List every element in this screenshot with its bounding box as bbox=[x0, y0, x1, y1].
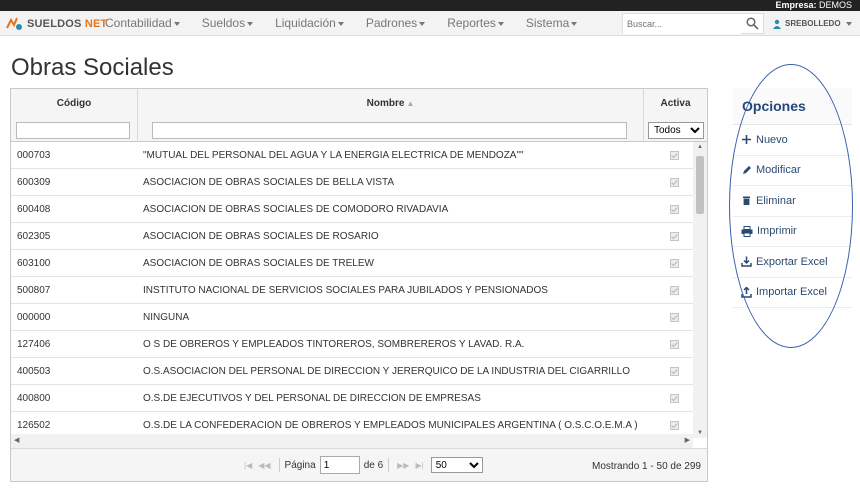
page-of-label: de 6 bbox=[363, 459, 384, 471]
grid-header: Código Nombre ▲ Activa Todos bbox=[11, 89, 707, 142]
navbar: SUELDOS NET Contabilidad Sueldos Liquida… bbox=[0, 11, 860, 36]
new-button[interactable]: Nuevo bbox=[733, 125, 852, 156]
col-activa[interactable]: Activa Todos bbox=[644, 89, 707, 142]
scroll-down-icon[interactable]: ▼ bbox=[697, 430, 703, 436]
brand-part-1: SUELDOS bbox=[27, 17, 82, 30]
menu-liquidacion[interactable]: Liquidación bbox=[264, 11, 355, 36]
search-box bbox=[622, 13, 764, 34]
menu-sistema[interactable]: Sistema bbox=[515, 11, 588, 36]
user-menu[interactable]: SREBOLLEDO bbox=[772, 11, 852, 36]
activa-checkbox bbox=[670, 394, 679, 403]
next-page-icon[interactable]: ▶▶ bbox=[397, 461, 409, 470]
search-icon[interactable] bbox=[746, 17, 759, 30]
caret-down-icon bbox=[571, 21, 578, 26]
activa-checkbox bbox=[670, 421, 679, 430]
export-excel-button[interactable]: Exportar Excel bbox=[733, 247, 852, 278]
activa-checkbox bbox=[670, 286, 679, 295]
activa-checkbox bbox=[670, 232, 679, 241]
activa-checkbox bbox=[670, 367, 679, 376]
menu-reportes[interactable]: Reportes bbox=[436, 11, 515, 36]
trash-icon bbox=[743, 196, 750, 206]
table-row[interactable]: 603100 ASOCIACION DE OBRAS SOCIALES DE TR… bbox=[11, 250, 693, 277]
scroll-left-icon[interactable]: ◀ bbox=[14, 436, 19, 444]
activa-checkbox bbox=[670, 151, 679, 160]
company-value: DEMOS bbox=[818, 0, 852, 10]
table-row[interactable]: 600309 ASOCIACION DE OBRAS SOCIALES DE BE… bbox=[11, 169, 693, 196]
pager: |◀ ◀◀ Página de 6 ▶▶ ▶| 50 bbox=[241, 456, 483, 474]
brand-logo[interactable]: SUELDOS NET bbox=[5, 14, 107, 33]
page-number-input[interactable] bbox=[319, 456, 360, 474]
page-label: Página bbox=[284, 459, 316, 471]
edit-button[interactable]: Modificar bbox=[733, 156, 852, 186]
company-bar: Empresa: DEMOS bbox=[0, 0, 860, 11]
page-size-select[interactable]: 50 bbox=[430, 457, 483, 473]
menu-sueldos[interactable]: Sueldos bbox=[191, 11, 264, 36]
download-icon bbox=[741, 256, 752, 267]
logo-icon bbox=[6, 17, 22, 30]
filter-activa-select[interactable]: Todos bbox=[648, 122, 704, 139]
caret-down-icon bbox=[845, 21, 852, 26]
prev-page-icon[interactable]: ◀◀ bbox=[258, 461, 270, 470]
table-row[interactable]: 400800 O.S.DE EJECUTIVOS Y DEL PERSONAL D… bbox=[11, 385, 693, 412]
caret-down-icon bbox=[419, 21, 426, 26]
grid-body: 000703 "MUTUAL DEL PERSONAL DEL AGUA Y LA… bbox=[11, 142, 707, 438]
col-codigo-label: Código bbox=[56, 98, 92, 109]
filter-nombre-input[interactable] bbox=[152, 122, 627, 139]
activa-checkbox bbox=[670, 340, 679, 349]
menu-padrones[interactable]: Padrones bbox=[355, 11, 436, 36]
table-row[interactable]: 000703 "MUTUAL DEL PERSONAL DEL AGUA Y LA… bbox=[11, 142, 693, 169]
table-row[interactable]: 600408 ASOCIACION DE OBRAS SOCIALES DE CO… bbox=[11, 196, 693, 223]
print-button[interactable]: Imprimir bbox=[733, 217, 852, 247]
user-name: SREBOLLEDO bbox=[785, 19, 841, 28]
filter-codigo-input[interactable] bbox=[16, 122, 130, 139]
caret-down-icon bbox=[497, 21, 504, 26]
col-activa-label: Activa bbox=[660, 98, 691, 109]
delete-button[interactable]: Eliminar bbox=[733, 186, 852, 217]
scroll-thumb[interactable] bbox=[696, 156, 704, 214]
search-input[interactable] bbox=[623, 14, 741, 34]
activa-checkbox bbox=[670, 313, 679, 322]
activa-checkbox bbox=[670, 178, 679, 187]
caret-down-icon bbox=[173, 21, 180, 26]
col-codigo[interactable]: Código bbox=[11, 89, 138, 142]
page-title: Obras Sociales bbox=[11, 54, 174, 81]
obras-sociales-grid: Código Nombre ▲ Activa Todos 000703 "MUTUA… bbox=[10, 88, 708, 482]
grid-footer: |◀ ◀◀ Página de 6 ▶▶ ▶| 50 Mostrando 1 -… bbox=[11, 448, 707, 481]
table-row[interactable]: 000000 NINGUNA bbox=[11, 304, 693, 331]
col-nombre-label: Nombre bbox=[366, 98, 405, 109]
pencil-icon bbox=[743, 165, 751, 174]
options-panel: Opciones Nuevo Modificar Eliminar Imprim… bbox=[733, 88, 852, 310]
import-excel-button[interactable]: Importar Excel bbox=[733, 278, 852, 308]
sort-asc-icon: ▲ bbox=[406, 99, 415, 108]
last-page-icon[interactable]: ▶| bbox=[415, 461, 423, 470]
table-row[interactable]: 127406 O S DE OBREROS Y EMPLEADOS TINTORE… bbox=[11, 331, 693, 358]
caret-down-icon bbox=[247, 21, 254, 26]
plus-icon bbox=[742, 135, 751, 145]
table-row[interactable]: 400503 O.S.ASOCIACION DEL PERSONAL DE DIR… bbox=[11, 358, 693, 385]
upload-icon bbox=[741, 286, 752, 298]
activa-checkbox bbox=[670, 259, 679, 268]
scroll-right-icon[interactable]: ▶ bbox=[685, 436, 690, 444]
vertical-scrollbar[interactable]: ▲ ▼ bbox=[693, 142, 707, 438]
col-nombre[interactable]: Nombre ▲ bbox=[138, 89, 644, 142]
horizontal-scrollbar[interactable]: ◀ ▶ bbox=[11, 434, 693, 448]
main-menu: Contabilidad Sueldos Liquidación Padrone… bbox=[94, 11, 588, 36]
scroll-up-icon[interactable]: ▲ bbox=[697, 144, 703, 150]
caret-down-icon bbox=[337, 21, 344, 26]
activa-checkbox bbox=[670, 205, 679, 214]
records-count: Mostrando 1 - 50 de 299 bbox=[592, 461, 701, 472]
printer-icon bbox=[741, 225, 753, 237]
user-icon bbox=[773, 19, 781, 29]
table-row[interactable]: 500807 INSTITUTO NACIONAL DE SERVICIOS SO… bbox=[11, 277, 693, 304]
first-page-icon[interactable]: |◀ bbox=[244, 461, 252, 470]
company-label: Empresa: bbox=[775, 0, 817, 10]
options-title: Opciones bbox=[733, 88, 852, 125]
table-row[interactable]: 602305 ASOCIACION DE OBRAS SOCIALES DE RO… bbox=[11, 223, 693, 250]
menu-contabilidad[interactable]: Contabilidad bbox=[94, 11, 191, 36]
